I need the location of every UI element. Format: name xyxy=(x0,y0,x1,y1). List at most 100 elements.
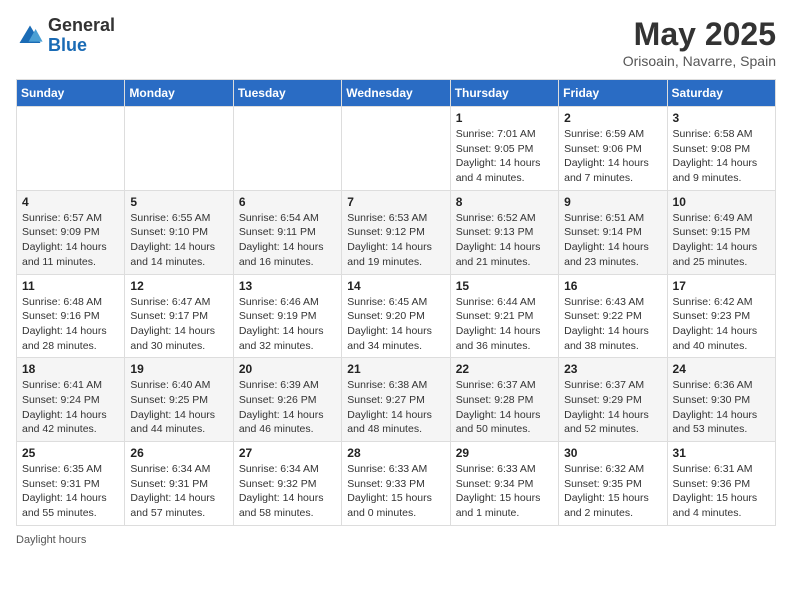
calendar-cell: 2Sunrise: 6:59 AMSunset: 9:06 PMDaylight… xyxy=(559,107,667,191)
calendar-cell: 6 Sunrise: 6:54 AMSunset: 9:11 PMDaylight… xyxy=(233,190,341,274)
day-info: Sunrise: 6:42 AMSunset: 9:23 PMDaylight:… xyxy=(673,295,770,354)
calendar-cell: 25 Sunrise: 6:35 AMSunset: 9:31 PMDayligh… xyxy=(17,442,125,526)
calendar-cell: 30 Sunrise: 6:32 AMSunset: 9:35 PMDayligh… xyxy=(559,442,667,526)
day-info: Sunrise: 6:54 AMSunset: 9:11 PMDaylight:… xyxy=(239,211,336,270)
calendar-cell: 23 Sunrise: 6:37 AMSunset: 9:29 PMDayligh… xyxy=(559,358,667,442)
day-info: Sunrise: 6:31 AMSunset: 9:36 PMDaylight:… xyxy=(673,462,770,521)
day-number: 3 xyxy=(673,111,770,125)
page-header: General Blue May 2025 Orisoain, Navarre,… xyxy=(16,16,776,69)
day-info: Sunrise: 6:48 AMSunset: 9:16 PMDaylight:… xyxy=(22,295,119,354)
day-number: 10 xyxy=(673,195,770,209)
title-block: May 2025 Orisoain, Navarre, Spain xyxy=(623,16,776,69)
day-info: Sunrise: 6:35 AMSunset: 9:31 PMDaylight:… xyxy=(22,462,119,521)
day-info: Sunrise: 6:41 AMSunset: 9:24 PMDaylight:… xyxy=(22,378,119,437)
day-number: 11 xyxy=(22,279,119,293)
day-header-tuesday: Tuesday xyxy=(233,80,341,107)
day-number: 15 xyxy=(456,279,553,293)
day-info: Sunrise: 6:34 AMSunset: 9:32 PMDaylight:… xyxy=(239,462,336,521)
calendar-cell: 11 Sunrise: 6:48 AMSunset: 9:16 PMDayligh… xyxy=(17,274,125,358)
calendar-cell: 1Sunrise: 7:01 AMSunset: 9:05 PMDaylight… xyxy=(450,107,558,191)
calendar-table: SundayMondayTuesdayWednesdayThursdayFrid… xyxy=(16,79,776,526)
day-number: 9 xyxy=(564,195,661,209)
day-number: 13 xyxy=(239,279,336,293)
day-info: Sunrise: 6:37 AMSunset: 9:28 PMDaylight:… xyxy=(456,378,553,437)
day-info: Sunrise: 6:37 AMSunset: 9:29 PMDaylight:… xyxy=(564,378,661,437)
day-info: Sunrise: 6:32 AMSunset: 9:35 PMDaylight:… xyxy=(564,462,661,521)
calendar-cell: 5 Sunrise: 6:55 AMSunset: 9:10 PMDaylight… xyxy=(125,190,233,274)
day-number: 31 xyxy=(673,446,770,460)
day-info: Sunrise: 6:33 AMSunset: 9:33 PMDaylight:… xyxy=(347,462,444,521)
logo-blue-text: Blue xyxy=(48,35,87,55)
calendar-cell xyxy=(17,107,125,191)
day-number: 24 xyxy=(673,362,770,376)
day-number: 23 xyxy=(564,362,661,376)
day-number: 5 xyxy=(130,195,227,209)
day-number: 17 xyxy=(673,279,770,293)
logo-general-text: General xyxy=(48,15,115,35)
day-info: Sunrise: 6:45 AMSunset: 9:20 PMDaylight:… xyxy=(347,295,444,354)
day-info: Sunrise: 6:49 AMSunset: 9:15 PMDaylight:… xyxy=(673,211,770,270)
calendar-cell: 27Sunrise: 6:34 AMSunset: 9:32 PMDayligh… xyxy=(233,442,341,526)
calendar-cell: 12 Sunrise: 6:47 AMSunset: 9:17 PMDayligh… xyxy=(125,274,233,358)
calendar-cell xyxy=(342,107,450,191)
day-number: 22 xyxy=(456,362,553,376)
week-row-0: 1Sunrise: 7:01 AMSunset: 9:05 PMDaylight… xyxy=(17,107,776,191)
calendar-cell: 9 Sunrise: 6:51 AMSunset: 9:14 PMDaylight… xyxy=(559,190,667,274)
calendar-cell: 8Sunrise: 6:52 AMSunset: 9:13 PMDaylight… xyxy=(450,190,558,274)
calendar-cell: 29 Sunrise: 6:33 AMSunset: 9:34 PMDayligh… xyxy=(450,442,558,526)
day-number: 25 xyxy=(22,446,119,460)
location: Orisoain, Navarre, Spain xyxy=(623,53,776,69)
day-header-saturday: Saturday xyxy=(667,80,775,107)
calendar-cell: 10 Sunrise: 6:49 AMSunset: 9:15 PMDayligh… xyxy=(667,190,775,274)
week-row-3: 18 Sunrise: 6:41 AMSunset: 9:24 PMDayligh… xyxy=(17,358,776,442)
day-number: 14 xyxy=(347,279,444,293)
day-info: Sunrise: 6:33 AMSunset: 9:34 PMDaylight:… xyxy=(456,462,553,521)
calendar-cell: 26Sunrise: 6:34 AMSunset: 9:31 PMDayligh… xyxy=(125,442,233,526)
day-info: Sunrise: 6:59 AMSunset: 9:06 PMDaylight:… xyxy=(564,127,661,186)
day-info: Sunrise: 6:55 AMSunset: 9:10 PMDaylight:… xyxy=(130,211,227,270)
day-info: Sunrise: 6:58 AMSunset: 9:08 PMDaylight:… xyxy=(673,127,770,186)
calendar-cell: 20 Sunrise: 6:39 AMSunset: 9:26 PMDayligh… xyxy=(233,358,341,442)
logo: General Blue xyxy=(16,16,115,56)
day-number: 21 xyxy=(347,362,444,376)
day-info: Sunrise: 6:40 AMSunset: 9:25 PMDaylight:… xyxy=(130,378,227,437)
day-info: Sunrise: 6:52 AMSunset: 9:13 PMDaylight:… xyxy=(456,211,553,270)
day-info: Sunrise: 6:47 AMSunset: 9:17 PMDaylight:… xyxy=(130,295,227,354)
calendar-cell: 3 Sunrise: 6:58 AMSunset: 9:08 PMDaylight… xyxy=(667,107,775,191)
month-title: May 2025 xyxy=(623,16,776,53)
day-number: 20 xyxy=(239,362,336,376)
calendar-cell: 28 Sunrise: 6:33 AMSunset: 9:33 PMDayligh… xyxy=(342,442,450,526)
day-info: Sunrise: 6:43 AMSunset: 9:22 PMDaylight:… xyxy=(564,295,661,354)
week-row-4: 25 Sunrise: 6:35 AMSunset: 9:31 PMDayligh… xyxy=(17,442,776,526)
day-info: Sunrise: 6:44 AMSunset: 9:21 PMDaylight:… xyxy=(456,295,553,354)
calendar-cell: 13Sunrise: 6:46 AMSunset: 9:19 PMDayligh… xyxy=(233,274,341,358)
day-number: 18 xyxy=(22,362,119,376)
day-number: 6 xyxy=(239,195,336,209)
day-number: 12 xyxy=(130,279,227,293)
calendar-header: SundayMondayTuesdayWednesdayThursdayFrid… xyxy=(17,80,776,107)
calendar-cell: 7Sunrise: 6:53 AMSunset: 9:12 PMDaylight… xyxy=(342,190,450,274)
logo-text: General Blue xyxy=(48,16,115,56)
logo-icon xyxy=(16,22,44,50)
day-info: Sunrise: 6:51 AMSunset: 9:14 PMDaylight:… xyxy=(564,211,661,270)
day-info: Sunrise: 6:53 AMSunset: 9:12 PMDaylight:… xyxy=(347,211,444,270)
day-info: Sunrise: 6:36 AMSunset: 9:30 PMDaylight:… xyxy=(673,378,770,437)
day-number: 4 xyxy=(22,195,119,209)
calendar-cell xyxy=(125,107,233,191)
day-number: 29 xyxy=(456,446,553,460)
calendar-cell: 31 Sunrise: 6:31 AMSunset: 9:36 PMDayligh… xyxy=(667,442,775,526)
calendar-cell: 22 Sunrise: 6:37 AMSunset: 9:28 PMDayligh… xyxy=(450,358,558,442)
calendar-cell: 24 Sunrise: 6:36 AMSunset: 9:30 PMDayligh… xyxy=(667,358,775,442)
day-header-sunday: Sunday xyxy=(17,80,125,107)
calendar-body: 1Sunrise: 7:01 AMSunset: 9:05 PMDaylight… xyxy=(17,107,776,526)
day-info: Sunrise: 6:34 AMSunset: 9:31 PMDaylight:… xyxy=(130,462,227,521)
day-info: Sunrise: 6:57 AMSunset: 9:09 PMDaylight:… xyxy=(22,211,119,270)
calendar-cell: 14 Sunrise: 6:45 AMSunset: 9:20 PMDayligh… xyxy=(342,274,450,358)
day-header-thursday: Thursday xyxy=(450,80,558,107)
day-number: 30 xyxy=(564,446,661,460)
calendar-cell: 17 Sunrise: 6:42 AMSunset: 9:23 PMDayligh… xyxy=(667,274,775,358)
day-info: Sunrise: 6:39 AMSunset: 9:26 PMDaylight:… xyxy=(239,378,336,437)
calendar-cell: 4 Sunrise: 6:57 AMSunset: 9:09 PMDaylight… xyxy=(17,190,125,274)
day-number: 28 xyxy=(347,446,444,460)
footer-note: Daylight hours xyxy=(16,534,776,546)
